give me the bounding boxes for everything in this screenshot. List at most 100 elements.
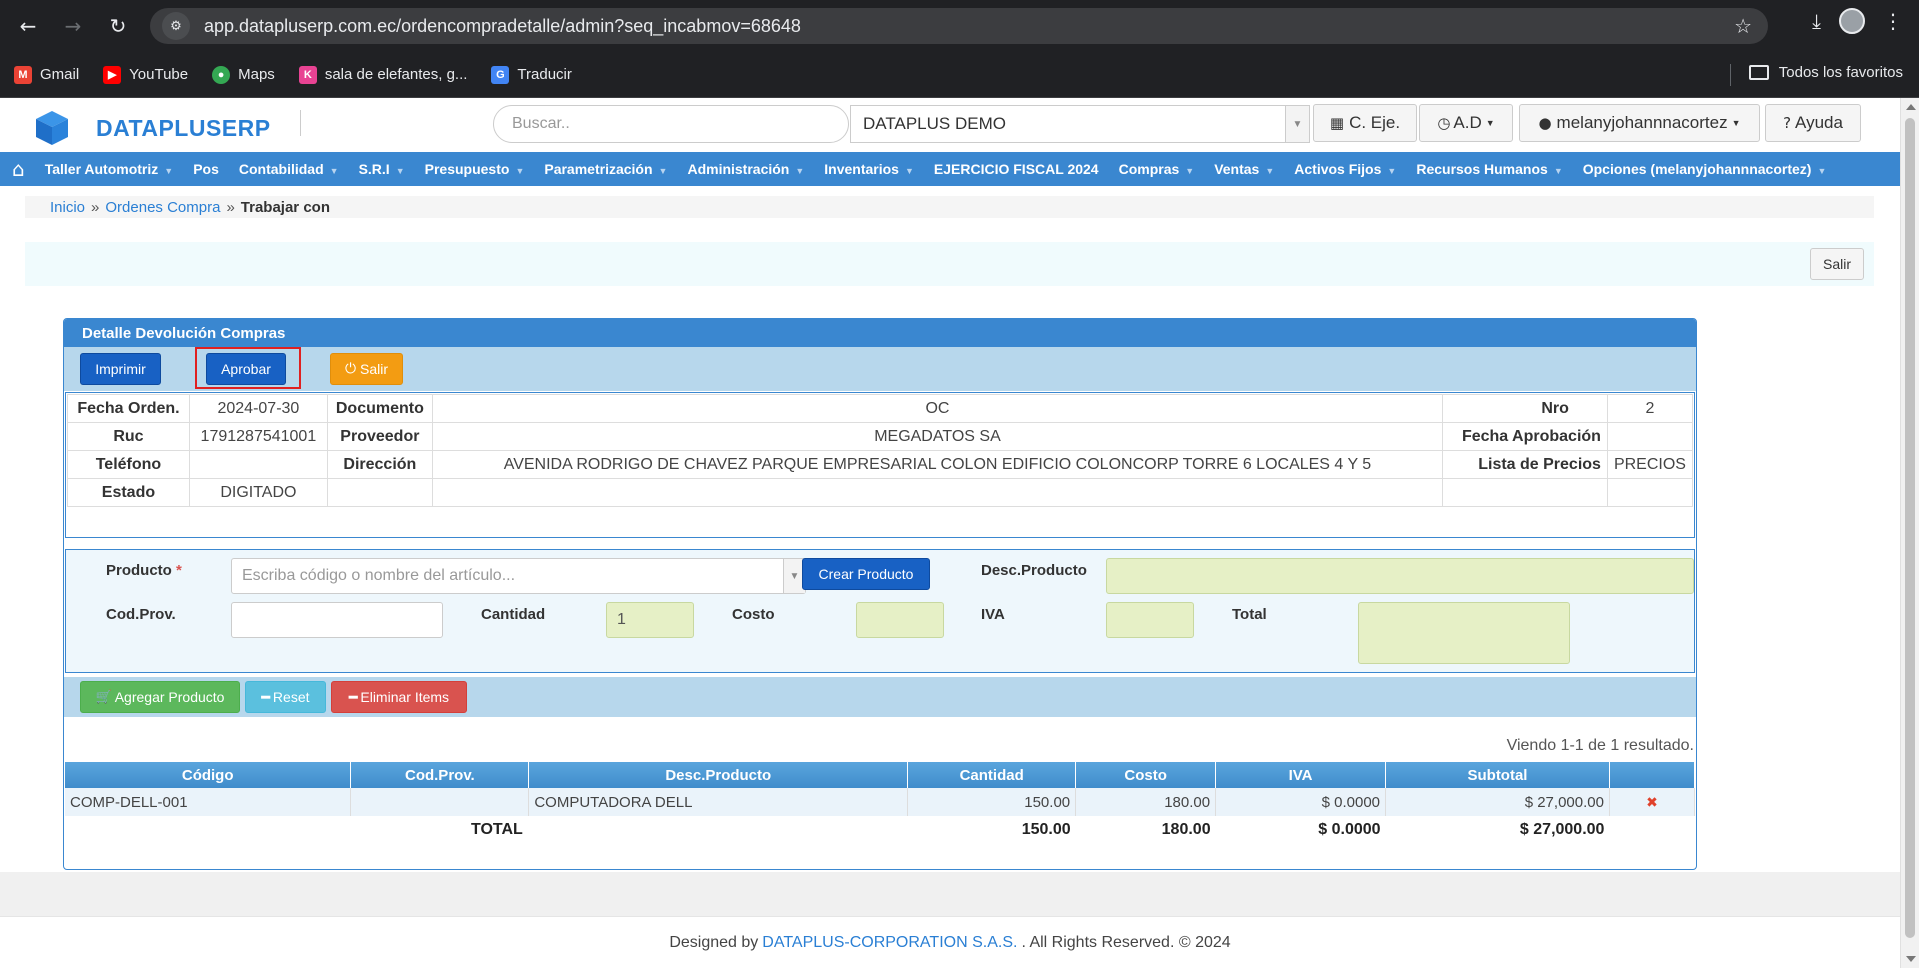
chevron-down-icon[interactable]: ▼ [1285,106,1309,142]
caret-down-icon: ▼ [1731,118,1741,128]
costo-label: Costo [732,606,775,623]
site-settings-icon[interactable]: ⚙ [162,12,190,40]
approve-button[interactable]: Aprobar [206,353,286,385]
cell-desc-link[interactable]: COMPUTADORA DELL [528,788,909,816]
bookmark-label: sala de elefantes, g... [324,66,468,83]
col-costo[interactable]: Costo [1075,762,1217,788]
breadcrumb-ordenes[interactable]: Ordenes Compra [105,199,220,216]
menu-inventarios[interactable]: Inventarios ▼ [824,161,914,177]
add-product-button[interactable]: 🛒 Agregar Producto [80,681,240,713]
help-button[interactable]: ? Ayuda [1765,104,1861,142]
page-toolbar: Salir [25,242,1874,286]
bookmark-sala[interactable]: Ksala de elefantes, g... [298,65,468,84]
search-input[interactable]: Buscar.. [493,105,849,143]
caret-down-icon: ▼ [1185,166,1195,176]
producto-label: Producto * [106,562,182,579]
menu-administracion[interactable]: Administración ▼ [687,161,804,177]
ruc-label: Ruc [67,422,190,451]
menu-contabilidad[interactable]: Contabilidad ▼ [239,161,339,177]
address-bar[interactable]: ⚙ app.datapluserp.com.ec/ordencompradeta… [150,8,1768,44]
menu-activos-fijos[interactable]: Activos Fijos ▼ [1294,161,1396,177]
fecha-aprobacion-label: Fecha Aprobación [1442,422,1608,451]
nro-value: 2 [1606,394,1694,423]
print-button[interactable]: Imprimir [80,353,161,385]
bookmark-gmail[interactable]: M Gmail [14,65,79,84]
scroll-down-icon[interactable] [1906,956,1916,962]
menu-recursos-humanos[interactable]: Recursos Humanos ▼ [1416,161,1562,177]
menu-presupuesto[interactable]: Presupuesto ▼ [425,161,525,177]
company-select[interactable]: DATAPLUS DEMO ▼ [850,105,1310,143]
user-name: melanyjohannnacortez [1556,113,1728,132]
more-menu-icon[interactable]: ⋮ [1883,9,1903,33]
panel-title: Detalle Devolución Compras [64,319,1696,347]
reload-icon[interactable]: ↻ [100,8,136,44]
caret-down-icon: ▼ [1485,118,1495,128]
bookmark-traducir[interactable]: G Traducir [491,65,572,84]
cell-costo[interactable]: 180.00 [1075,788,1217,816]
desc-producto-input[interactable] [1106,558,1694,594]
telefono-label: Teléfono [67,450,190,479]
exit-label: Salir [360,361,389,377]
iva-input[interactable] [1106,602,1194,638]
scroll-thumb[interactable] [1905,118,1915,938]
bookmark-label: Traducir [517,66,572,83]
col-codprov[interactable]: Cod.Prov. [350,762,530,788]
codprov-input[interactable] [231,602,443,638]
exit-button[interactable]: ⏻ Salir [330,353,403,385]
menu-label: Taller Automotriz [44,161,159,177]
cell-codprov [350,788,530,816]
forward-icon[interactable]: → [55,8,91,44]
col-iva[interactable]: IVA [1215,762,1387,788]
menu-parametrizacion[interactable]: Parametrización ▼ [544,161,667,177]
total-costo: 180.00 [1161,821,1211,838]
download-icon[interactable]: ⤓ [1812,9,1821,33]
menu-ejercicio-fiscal[interactable]: EJERCICIO FISCAL 2024 [934,161,1099,177]
col-desc[interactable]: Desc.Producto [528,762,909,788]
reset-button[interactable]: ━ Reset [245,681,326,713]
bookmark-youtube[interactable]: ▶ YouTube [103,65,188,84]
minus-icon: ━ [348,688,358,705]
user-dropdown-button[interactable]: ● melanyjohannnacortez ▼ [1519,104,1760,142]
empty-cell [326,478,433,507]
delete-icon[interactable]: ✖ [1646,795,1658,811]
ejercicio-label: C. Eje. [1349,113,1401,132]
menu-pos[interactable]: Pos [193,161,219,177]
menu-sri[interactable]: S.R.I ▼ [359,161,405,177]
col-codigo[interactable]: Código [65,762,352,788]
create-product-button[interactable]: Crear Producto [802,558,930,590]
delete-items-button[interactable]: ━ Eliminar Items [331,681,467,713]
menu-label: Activos Fijos [1294,161,1382,177]
menu-compras[interactable]: Compras ▼ [1119,161,1195,177]
menu-ventas[interactable]: Ventas ▼ [1214,161,1274,177]
ejercicio-button[interactable]: ▦ C. Eje. [1313,104,1417,142]
profile-avatar[interactable] [1839,8,1865,34]
menu-label: Recursos Humanos [1416,161,1548,177]
breadcrumb-home[interactable]: Inicio [50,199,85,216]
bookmark-maps[interactable]: ● Maps [212,65,275,84]
cell-cantidad[interactable]: 150.00 [907,788,1077,816]
estado-value: DIGITADO [188,478,328,507]
bookmark-star-icon[interactable]: ☆ [1734,14,1752,38]
caret-down-icon: ▼ [329,166,339,176]
total-textarea[interactable] [1358,602,1570,664]
producto-select[interactable]: Escriba código o nombre del artículo... … [231,558,806,594]
page-scrollbar[interactable] [1900,98,1919,968]
costo-input[interactable] [856,602,944,638]
col-subtotal[interactable]: Subtotal [1385,762,1610,788]
brand-logo[interactable]: DATAPLUSERP [32,108,271,148]
all-bookmarks[interactable]: Todos los favoritos [1748,64,1903,81]
col-cantidad[interactable]: Cantidad [907,762,1077,788]
scroll-up-icon[interactable] [1906,104,1916,110]
footer-company-link[interactable]: DATAPLUS-CORPORATION S.A.S. [762,934,1017,952]
home-icon[interactable]: ⌂ [12,157,25,181]
ad-dropdown-button[interactable]: ◷ A.D ▼ [1419,104,1513,142]
cantidad-input[interactable]: 1 [606,602,694,638]
direccion-label: Dirección [326,450,433,479]
menu-taller[interactable]: Taller Automotriz ▼ [45,161,173,177]
breadcrumb-current: Trabajar con [240,198,330,216]
back-icon[interactable]: ← [10,8,46,44]
top-exit-button[interactable]: Salir [1810,248,1864,280]
menu-opciones[interactable]: Opciones (melanyjohannnacortez) ▼ [1583,161,1827,177]
fecha-value: 2024-07-30 [188,394,328,423]
calendar-icon: ▦ [1329,114,1345,132]
